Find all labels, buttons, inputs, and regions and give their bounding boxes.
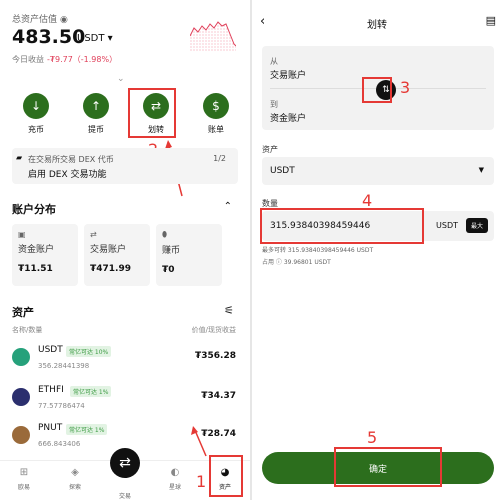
withdraw-icon: ↑ xyxy=(83,93,109,119)
nav-item-trade[interactable]: 交易 xyxy=(105,487,145,500)
to-account-select[interactable]: 资金账户 xyxy=(270,111,306,124)
compass-icon: ◈ xyxy=(71,467,79,478)
amount-highlight-box xyxy=(260,208,424,244)
planet-icon: ◐ xyxy=(170,467,180,478)
assets-screen: 总资产估值 ◉ 483.50 USDT ▾ 今日收益 -₮9.77（-1.98%） … xyxy=(0,0,250,500)
funding-account-card[interactable]: ▣ 资金账户 ₮11.51 xyxy=(12,224,78,286)
grid-icon: ⊞ xyxy=(19,467,29,478)
total-assets-label: 总资产估值 ◉ xyxy=(12,15,68,25)
pnut-logo-icon xyxy=(12,426,30,444)
annotation-1: 1 xyxy=(196,472,207,491)
annotation-5: 5 xyxy=(367,428,378,447)
from-account-select[interactable]: 交易账户 xyxy=(270,68,306,81)
trading-account-card[interactable]: ⇄ 交易账户 ₮471.99 xyxy=(84,224,150,286)
asset-select[interactable]: USDT ▼ xyxy=(262,157,494,185)
assets-title: 资产 xyxy=(12,306,34,319)
chevron-up-icon[interactable]: ⌃ xyxy=(224,201,232,212)
swap-highlight-box xyxy=(362,77,392,103)
column-header-name: 名称/数量 xyxy=(12,326,43,334)
deposit-icon: ↓ xyxy=(23,93,49,119)
assets-tab-highlight-box xyxy=(209,455,243,497)
annotation-4: 4 xyxy=(362,191,373,210)
column-header-value: 价值/现货收益 xyxy=(191,326,236,334)
trade-icon[interactable]: ⇄ xyxy=(110,448,140,478)
max-transfer-info: 最多可转 315.93840398459446 USDT xyxy=(262,247,374,254)
today-pnl: 今日收益 -₮9.77（-1.98%） xyxy=(12,55,118,64)
account-distribution-title: 账户分布 xyxy=(12,203,56,216)
asset-row-usdt[interactable]: USDT 常亿可达 10% 356.28441398 ₮356.28 xyxy=(12,342,238,378)
max-button[interactable]: 最大 xyxy=(465,218,488,233)
usdt-logo-icon xyxy=(12,348,30,366)
wallet-icon: ▰ xyxy=(16,153,23,162)
annotation-3: 3 xyxy=(400,78,411,97)
transfer-icon: ⇄ xyxy=(90,230,97,239)
quick-actions: ↓ 充币 ↑ 提币 ⇄ 划转 $ 账单 xyxy=(12,93,240,135)
bill-icon: $ xyxy=(203,93,229,119)
document-icon[interactable]: ▤ xyxy=(486,14,496,27)
asset-label: 资产 xyxy=(262,145,278,154)
deposit-button[interactable]: ↓ 充币 xyxy=(12,93,60,135)
withdraw-button[interactable]: ↑ 提币 xyxy=(72,93,120,135)
page-title: 划转 xyxy=(367,20,387,31)
asset-row-ethfi[interactable]: ETHFI 常亿可达 1% 77.57786474 ₮34.37 xyxy=(12,382,238,418)
eye-icon[interactable]: ◉ xyxy=(60,15,68,25)
bill-button[interactable]: $ 账单 xyxy=(192,93,240,135)
caret-down-icon: ▼ xyxy=(478,166,484,174)
currency-selector[interactable]: USDT ▾ xyxy=(77,33,113,44)
ethfi-logo-icon xyxy=(12,388,30,406)
nav-item-home[interactable]: ⊞ 欧易 xyxy=(4,467,44,491)
pnl-sparkline[interactable] xyxy=(190,16,236,52)
transfer-highlight-box xyxy=(128,88,176,138)
wallet-icon: ▣ xyxy=(18,230,26,239)
earn-account-card[interactable]: ⬮ 赚币 ₮0 xyxy=(156,224,222,286)
annotation-arrow xyxy=(191,426,207,457)
earn-icon: ⬮ xyxy=(162,230,168,239)
confirm-highlight-box xyxy=(334,447,442,487)
nav-item-explore[interactable]: ◈ 探索 xyxy=(55,467,95,491)
occupied-info: 占用 ⓘ 39.96801 USDT xyxy=(262,259,331,266)
account-cards: ▣ 资金账户 ₮11.51 ⇄ 交易账户 ₮471.99 ⬮ 赚币 ₮0 xyxy=(12,224,232,286)
dex-promo-banner[interactable]: ▰ 在交易所交易 DEX 代币 启用 DEX 交易功能 1/2 xyxy=(12,148,238,184)
filter-icon[interactable]: ⚟ xyxy=(224,304,234,317)
nav-item-planet[interactable]: ◐ 星球 xyxy=(155,467,195,491)
collapse-chevron-icon[interactable]: ⌄ xyxy=(117,74,125,84)
transfer-screen: ‹ 划转 ▤ 从 交易账户 到 资金账户 ⇅ 3 资产 USDT ▼ 数量 31… xyxy=(252,0,502,500)
total-assets-value: 483.50 xyxy=(12,26,86,48)
